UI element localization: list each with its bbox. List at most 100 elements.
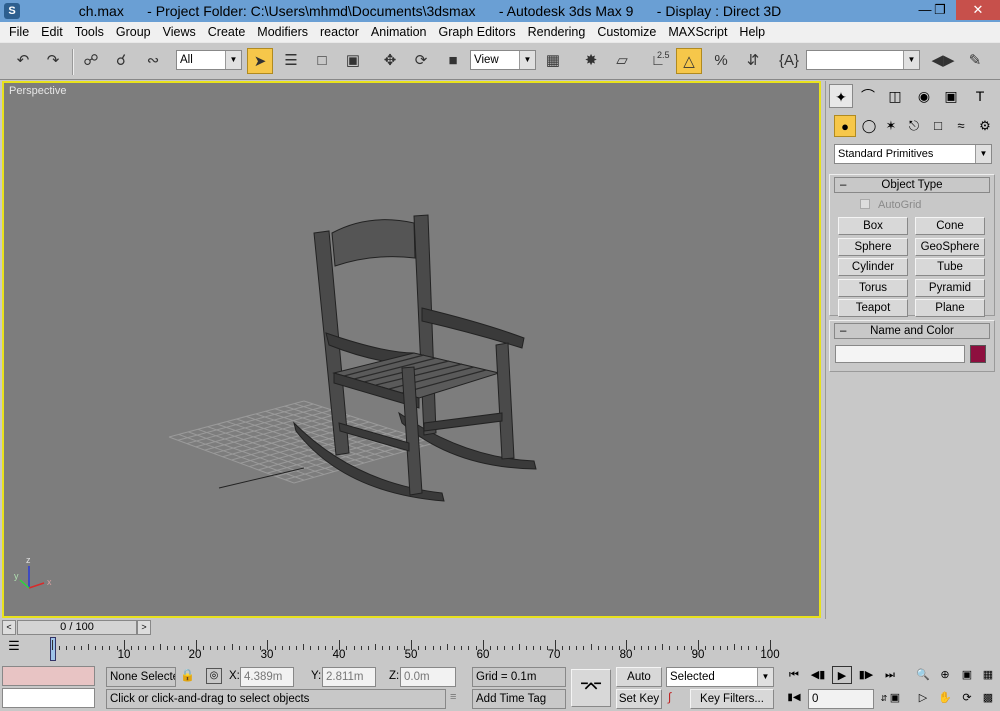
select-and-manipulate-icon[interactable]: ✸ <box>578 48 604 74</box>
zoom-all-icon[interactable]: ⊕ <box>935 666 955 684</box>
bind-to-space-warp-icon[interactable]: ∾ <box>140 48 166 74</box>
time-slider-next-icon[interactable]: > <box>137 620 151 635</box>
menu-help[interactable]: Help <box>733 22 771 42</box>
field-of-view-icon[interactable]: ▷ <box>913 689 933 707</box>
maximize-viewport-icon[interactable]: ▩ <box>978 689 998 707</box>
percent-snap-icon[interactable]: % <box>708 48 734 74</box>
time-slider-thumb[interactable]: 0 / 100 <box>17 620 137 635</box>
teapot-button[interactable]: Teapot <box>838 299 908 317</box>
utilities-tab-icon[interactable]: T <box>968 84 992 108</box>
zoom-icon[interactable]: 🔍 <box>913 666 933 684</box>
select-and-rotate-icon[interactable]: ⟳ <box>408 48 434 74</box>
redo-icon[interactable]: ↷ <box>40 48 66 74</box>
reference-coordinate-dropdown[interactable]: View ▼ <box>470 50 536 70</box>
x-coordinate-field[interactable]: 4.389m <box>240 667 294 687</box>
torus-button[interactable]: Torus <box>838 279 908 297</box>
plane-button[interactable]: Plane <box>915 299 985 317</box>
angle-snap-toggle-icon[interactable]: △ <box>676 48 702 74</box>
menu-graph-editors[interactable]: Graph Editors <box>433 22 522 42</box>
time-tag-icon[interactable]: ≡ <box>450 691 466 707</box>
zoom-extents-icon[interactable]: ▣ <box>957 666 977 684</box>
menu-edit[interactable]: Edit <box>35 22 69 42</box>
cylinder-button[interactable]: Cylinder <box>838 258 908 276</box>
cameras-icon[interactable]: ⎋ <box>903 115 925 137</box>
arc-rotate-icon[interactable]: ⟳ <box>957 689 977 707</box>
set-key-large-icon[interactable]: ⌤ <box>571 669 611 707</box>
name-and-color-header[interactable]: – Name and Color <box>834 323 990 339</box>
auto-key-button[interactable]: Auto Key <box>616 667 662 701</box>
window-crossing-icon[interactable]: ▣ <box>340 48 366 74</box>
select-and-link-icon[interactable]: ☍ <box>78 48 104 74</box>
snaps-toggle-icon[interactable]: 2.5 ∟ <box>645 48 671 74</box>
key-filters-button[interactable]: Key Filters... <box>690 689 774 709</box>
play-icon[interactable]: ▶ <box>832 666 852 684</box>
key-mode-dropdown[interactable]: Selected ▼ <box>666 667 774 687</box>
track-bar[interactable]: ☰ 10 20 30 40 50 60 70 80 90 100 <box>0 636 825 664</box>
y-coordinate-field[interactable]: 2.811m <box>322 667 376 687</box>
object-color-swatch[interactable] <box>970 345 986 363</box>
perspective-viewport[interactable]: Perspective z x y <box>2 81 821 618</box>
menu-animation[interactable]: Animation <box>365 22 433 42</box>
absolute-mode-icon[interactable]: ◎ <box>206 668 222 684</box>
modify-tab-icon[interactable]: ⌒ <box>856 84 880 108</box>
undo-icon[interactable]: ↶ <box>10 48 36 74</box>
menu-rendering[interactable]: Rendering <box>522 22 592 42</box>
previous-frame-icon[interactable]: ◀▮ <box>808 666 828 684</box>
geometry-icon[interactable]: ● <box>834 115 856 137</box>
current-frame-field[interactable]: 0 <box>808 689 874 709</box>
geosphere-button[interactable]: GeoSphere <box>915 238 985 256</box>
time-slider[interactable]: < 0 / 100 > <box>0 619 825 636</box>
menu-reactor[interactable]: reactor <box>314 22 365 42</box>
box-button[interactable]: Box <box>838 217 908 235</box>
object-type-header[interactable]: – Object Type <box>834 177 990 193</box>
select-and-move-icon[interactable]: ✥ <box>377 48 403 74</box>
default-in-out-tangent-icon[interactable]: ∫ <box>668 690 686 708</box>
z-coordinate-field[interactable]: 0.0m <box>400 667 456 687</box>
object-name-field[interactable] <box>835 345 965 363</box>
maxscript-listener-mini[interactable] <box>2 666 95 686</box>
pyramid-button[interactable]: Pyramid <box>915 279 985 297</box>
open-mini-curve-editor-icon[interactable]: ☰ <box>3 638 25 658</box>
mirror-icon[interactable]: ◀▶ <box>930 48 956 74</box>
motion-tab-icon[interactable]: ◉ <box>912 84 936 108</box>
close-button[interactable]: ✕ <box>956 0 1000 20</box>
systems-icon[interactable]: ⚙ <box>974 115 996 137</box>
display-tab-icon[interactable]: ▣ <box>939 84 963 108</box>
menu-customize[interactable]: Customize <box>591 22 662 42</box>
sphere-button[interactable]: Sphere <box>838 238 908 256</box>
menu-file[interactable]: File <box>3 22 35 42</box>
menu-group[interactable]: Group <box>110 22 157 42</box>
align-icon[interactable]: ✎ <box>962 48 988 74</box>
go-to-start-icon[interactable]: ⏮ <box>784 666 804 684</box>
menu-create[interactable]: Create <box>202 22 252 42</box>
named-selection-dropdown[interactable]: ▼ <box>806 50 920 70</box>
category-dropdown[interactable]: Standard Primitives ▼ <box>834 144 992 164</box>
menu-tools[interactable]: Tools <box>69 22 110 42</box>
rectangular-selection-icon[interactable]: □ <box>309 48 335 74</box>
zoom-extents-all-icon[interactable]: ▦ <box>978 666 998 684</box>
hierarchy-tab-icon[interactable]: ◫ <box>883 84 907 108</box>
select-object-icon[interactable]: ➤ <box>247 48 273 74</box>
set-key-button[interactable]: Set Key <box>616 689 662 709</box>
autogrid-checkbox[interactable]: AutoGrid <box>860 199 921 211</box>
pan-view-icon[interactable]: ✋ <box>935 689 955 707</box>
add-time-tag-field[interactable]: Add Time Tag <box>472 689 566 709</box>
key-mode-toggle-icon[interactable]: ▮◀ <box>784 689 804 707</box>
shapes-icon[interactable]: ◯ <box>858 115 880 137</box>
go-to-end-icon[interactable]: ⏭ <box>880 666 900 684</box>
lock-selection-icon[interactable]: 🔒 <box>180 668 195 682</box>
time-slider-prev-icon[interactable]: < <box>2 620 16 635</box>
cone-button[interactable]: Cone <box>915 217 985 235</box>
helpers-icon[interactable]: □ <box>927 115 949 137</box>
spinner-snap-icon[interactable]: ⇵ <box>740 48 766 74</box>
keyboard-shortcut-override-icon[interactable]: ▱ <box>609 48 635 74</box>
pivot-center-icon[interactable]: ▦ <box>540 48 566 74</box>
space-warps-icon[interactable]: ≈ <box>950 115 972 137</box>
time-configuration-icon[interactable]: ▣ <box>885 689 905 707</box>
unlink-selection-icon[interactable]: ☌ <box>108 48 134 74</box>
lights-icon[interactable]: ✶ <box>880 115 902 137</box>
create-tab-icon[interactable]: ✦ <box>829 84 853 108</box>
select-and-scale-icon[interactable]: ■ <box>440 48 466 74</box>
tube-button[interactable]: Tube <box>915 258 985 276</box>
menu-maxscript[interactable]: MAXScript <box>662 22 733 42</box>
